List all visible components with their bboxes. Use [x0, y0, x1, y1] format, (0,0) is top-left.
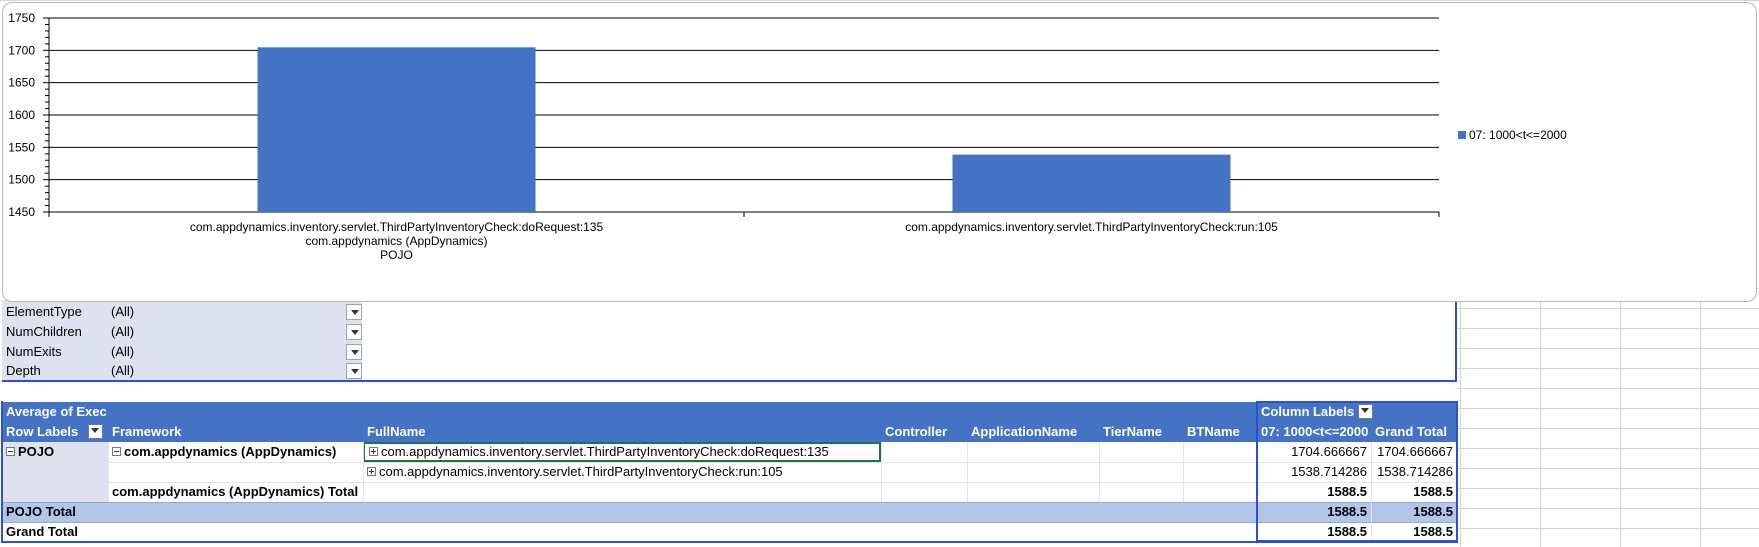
- grid-line: [1457, 488, 1759, 489]
- grand-total-label: Grand Total: [6, 524, 78, 539]
- grid-line: [1457, 508, 1759, 509]
- grid-line: [1457, 468, 1759, 469]
- filter-name: Depth: [6, 363, 41, 378]
- row-label-pojo[interactable]: POJO: [2, 442, 108, 462]
- grid-line: [1457, 308, 1759, 309]
- tier-header[interactable]: TierName: [1099, 422, 1183, 442]
- filter-value: (All): [111, 324, 135, 339]
- application-header[interactable]: ApplicationName: [967, 422, 1099, 442]
- filter-name: ElementType: [6, 304, 82, 319]
- pivot-frame: [1, 541, 1458, 543]
- expand-icon[interactable]: [369, 447, 378, 456]
- grid-line: [0, 0, 1759, 1]
- x-category-label: com.appdynamics.inventory.servlet.ThirdP…: [905, 220, 1278, 234]
- grid-line: [1457, 388, 1759, 389]
- collapse-icon[interactable]: [6, 447, 15, 456]
- framework-text: com.appdynamics (AppDynamics): [124, 444, 337, 459]
- pojo-total-label: POJO Total: [2, 502, 1257, 522]
- fullname-cell[interactable]: com.appdynamics.inventory.servlet.ThirdP…: [363, 462, 881, 482]
- x-category-label: POJO: [380, 248, 413, 262]
- x-category-label: com.appdynamics (AppDynamics): [305, 234, 487, 248]
- fullname-header[interactable]: FullName: [363, 422, 881, 442]
- y-tick-label: 1600: [8, 108, 35, 122]
- bar: [952, 154, 1231, 212]
- pivot-frame: [2, 380, 1457, 382]
- chart-area[interactable]: 1450 1500 1550 1600 1650 1700 1750 com.appdynam…: [2, 2, 1757, 302]
- fullname-text: com.appdynamics.inventory.servlet.ThirdP…: [381, 444, 829, 459]
- row-labels-text: Row Labels: [6, 424, 79, 439]
- grid-line: [1099, 442, 1100, 502]
- y-tick-label: 1750: [8, 11, 35, 25]
- y-tick-label: 1650: [8, 76, 35, 90]
- filter-name: NumExits: [6, 344, 62, 359]
- grid-line: [1457, 368, 1759, 369]
- collapse-icon[interactable]: [112, 447, 121, 456]
- fullname-text: com.appdynamics.inventory.servlet.ThirdP…: [379, 464, 783, 479]
- bt-header[interactable]: BTName: [1183, 422, 1257, 442]
- grid-line: [2, 502, 1457, 503]
- grid-line: [1183, 442, 1184, 502]
- bar-chart: 1450 1500 1550 1600 1650 1700 1750 com.appdynam…: [8, 11, 1567, 262]
- grid-line: [2, 522, 1457, 523]
- legend-label: 07: 1000<t<=2000: [1469, 128, 1567, 142]
- fullname-cell-selected[interactable]: com.appdynamics.inventory.servlet.ThirdP…: [363, 442, 881, 462]
- values-frame: [1256, 401, 1458, 542]
- legend-swatch: [1458, 131, 1466, 139]
- filter-dropdown-button[interactable]: [346, 344, 362, 360]
- filter-value: (All): [111, 363, 135, 378]
- grid-line: [1457, 348, 1759, 349]
- y-tick-label: 1450: [8, 205, 35, 219]
- y-tick-label: 1700: [8, 43, 35, 57]
- grid-line: [1457, 328, 1759, 329]
- filter-value: (All): [111, 344, 135, 359]
- x-category-label: com.appdynamics.inventory.servlet.ThirdP…: [190, 220, 604, 234]
- expand-icon[interactable]: [367, 467, 376, 476]
- values-label: Average of Exec: [2, 402, 1257, 422]
- grid-line: [1457, 448, 1759, 449]
- pivot-frame: [1, 401, 3, 543]
- controller-header[interactable]: Controller: [881, 422, 967, 442]
- grid-line: [967, 442, 968, 502]
- grid-line: [1457, 428, 1759, 429]
- row-label-text: POJO: [18, 444, 55, 459]
- y-tick-label: 1550: [8, 140, 35, 154]
- filter-dropdown-button[interactable]: [346, 324, 362, 340]
- row-labels-header[interactable]: Row Labels: [2, 422, 108, 442]
- filter-dropdown-button[interactable]: [346, 363, 362, 379]
- filter-icon[interactable]: [88, 424, 104, 439]
- grid-line: [1457, 408, 1759, 409]
- grid-line: [881, 442, 882, 502]
- pivot-frame: [1455, 300, 1457, 382]
- grid-line: [363, 442, 364, 502]
- filter-dropdown-button[interactable]: [346, 304, 362, 320]
- y-tick-label: 1500: [8, 173, 35, 187]
- filter-name: NumChildren: [6, 324, 82, 339]
- grid-line: [2, 462, 1457, 463]
- framework-cell[interactable]: com.appdynamics (AppDynamics): [108, 442, 363, 462]
- grid-line: [108, 442, 109, 502]
- filter-value: (All): [111, 304, 135, 319]
- framework-total-label: com.appdynamics (AppDynamics) Total: [112, 484, 359, 499]
- framework-header[interactable]: Framework: [108, 422, 363, 442]
- bar: [257, 47, 536, 213]
- grid-line: [2, 482, 1457, 483]
- grid-line: [1457, 528, 1759, 529]
